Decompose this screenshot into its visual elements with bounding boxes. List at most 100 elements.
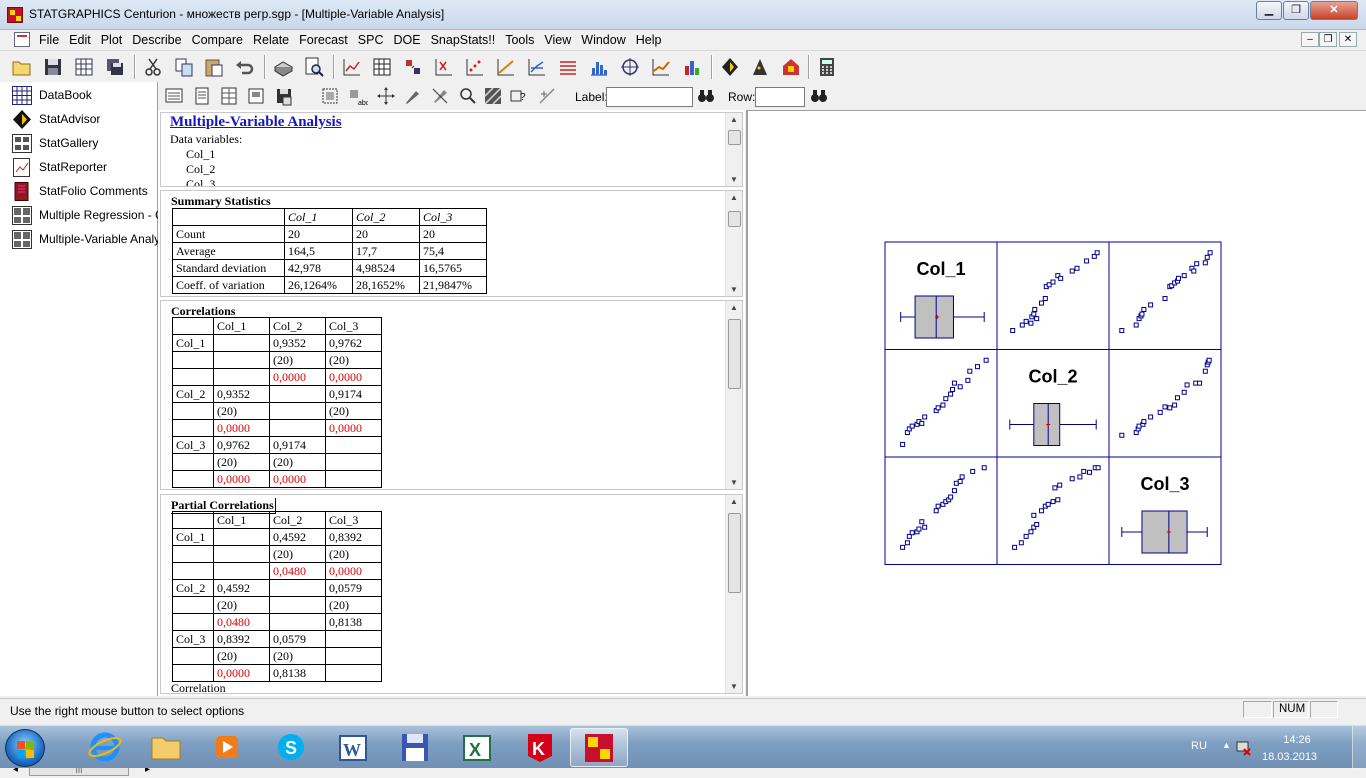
menu-view[interactable]: View [541, 33, 578, 47]
media-player-taskbar-button[interactable] [198, 728, 256, 767]
menu-edit[interactable]: Edit [66, 33, 98, 47]
language-indicator[interactable]: RU [1191, 740, 1207, 752]
menu-spc[interactable]: SPC [355, 33, 391, 47]
network-icon[interactable] [1236, 740, 1252, 756]
analysis-options-icon[interactable] [164, 86, 185, 107]
tables-graphs-icon[interactable] [192, 86, 213, 107]
calculator-icon[interactable] [815, 55, 839, 79]
menu-relate[interactable]: Relate [250, 33, 296, 47]
nav-item-databook[interactable]: DataBook [12, 85, 92, 105]
menu-forecast[interactable]: Forecast [296, 33, 355, 47]
scroll-up-arrow-icon[interactable]: ▲ [730, 303, 738, 312]
identify-icon[interactable]: ? [509, 86, 530, 107]
nav-item-statadvisor[interactable]: StatAdvisor [12, 109, 100, 129]
save-results-icon[interactable] [246, 86, 267, 107]
partial-correlations-pane[interactable]: Partial Correlations Col_1 Col_2 Col_3 Col_… [160, 494, 743, 694]
x-plot-icon[interactable] [432, 55, 456, 79]
menu-describe[interactable]: Describe [129, 33, 188, 47]
vertical-scrollbar[interactable]: ▲ ▼ [725, 301, 742, 489]
excel-taskbar-button[interactable]: X [448, 728, 506, 767]
matrix-grid-icon[interactable] [370, 55, 394, 79]
scatter-plot-icon[interactable] [463, 55, 487, 79]
minimize-button[interactable]: ▁ [1256, 1, 1282, 20]
clock-date[interactable]: 18.03.2013 [1262, 751, 1317, 763]
save-app-taskbar-button[interactable] [386, 728, 444, 767]
pane-options-icon[interactable] [219, 86, 240, 107]
scroll-up-arrow-icon[interactable]: ▲ [730, 115, 738, 124]
wizard-hat-icon[interactable] [748, 55, 772, 79]
menu-doe[interactable]: DOE [390, 33, 427, 47]
undo-icon[interactable] [233, 55, 257, 79]
graphics-pane[interactable]: Col_1 Col_2 Col_3 [746, 110, 1366, 696]
row-input[interactable] [755, 87, 805, 107]
scroll-down-arrow-icon[interactable]: ▼ [730, 175, 738, 184]
move-icon[interactable] [376, 86, 397, 107]
multiple-plot-icon[interactable] [525, 55, 549, 79]
snapstats-icon[interactable] [779, 55, 803, 79]
exclude-points-icon[interactable] [430, 86, 451, 107]
windows-start-button[interactable] [5, 729, 45, 767]
mdi-restore-button[interactable]: ❐ [1319, 32, 1337, 47]
mdi-close-button[interactable]: ✕ [1339, 32, 1357, 47]
statgraphics-taskbar-button[interactable] [570, 728, 628, 767]
save-disk-icon[interactable] [274, 86, 295, 107]
vertical-scrollbar[interactable]: ▲ ▼ [725, 495, 742, 693]
lines-icon[interactable] [556, 55, 580, 79]
scroll-down-arrow-icon[interactable]: ▼ [730, 285, 738, 294]
vertical-scrollbar[interactable]: ▲ ▼ [725, 191, 742, 296]
save-icon[interactable] [41, 55, 65, 79]
binoculars-icon[interactable] [696, 86, 717, 107]
internet-explorer-taskbar-button[interactable] [76, 728, 134, 767]
tray-expand-icon[interactable]: ▲ [1222, 740, 1231, 750]
statadvisor-tool-icon[interactable] [718, 55, 742, 79]
close-button[interactable]: ✕ [1310, 1, 1358, 20]
histogram-icon[interactable] [587, 55, 611, 79]
print-preview-icon[interactable] [302, 55, 326, 79]
scroll-thumb[interactable] [728, 319, 741, 389]
menu-file[interactable]: File [36, 33, 66, 47]
menu-snapstats[interactable]: SnapStats!! [428, 33, 503, 47]
menu-window[interactable]: Window [578, 33, 632, 47]
explorer-taskbar-button[interactable] [137, 728, 195, 767]
trend-icon[interactable] [649, 55, 673, 79]
nav-item-statreporter[interactable]: StatReporter [12, 157, 107, 177]
restore-button[interactable]: ❐ [1283, 1, 1309, 20]
vertical-scrollbar[interactable]: ▲ ▼ [725, 113, 742, 186]
scroll-up-arrow-icon[interactable]: ▲ [730, 193, 738, 202]
copy-icon[interactable] [172, 55, 196, 79]
print-icon[interactable] [271, 55, 295, 79]
document-icon[interactable] [14, 32, 30, 47]
cut-icon[interactable] [141, 55, 165, 79]
pattern-icon[interactable] [483, 86, 504, 107]
scroll-down-arrow-icon[interactable]: ▼ [730, 478, 738, 487]
bar-chart-icon[interactable] [680, 55, 704, 79]
nav-item-statgallery[interactable]: StatGallery [12, 133, 98, 153]
nav-item-multiple-variable-analysis[interactable]: Multiple-Variable Analysis [12, 229, 175, 249]
analysis-summary-pane[interactable]: Multiple-Variable Analysis Data variable… [160, 112, 743, 187]
plot-wizard-icon[interactable] [340, 55, 364, 79]
nav-item-statfolio-comments[interactable]: StatFolio Comments [12, 181, 148, 201]
scroll-down-arrow-icon[interactable]: ▼ [730, 682, 738, 691]
menu-plot[interactable]: Plot [98, 33, 130, 47]
target-icon[interactable] [618, 55, 642, 79]
word-taskbar-button[interactable]: W [324, 728, 382, 767]
scroll-thumb[interactable] [728, 513, 741, 593]
correlations-pane[interactable]: Correlations Col_1 Col_2 Col_3 Col_1 0,9352 0… [160, 300, 743, 490]
transform-icon[interactable] [401, 55, 425, 79]
scroll-thumb[interactable] [728, 130, 741, 145]
label-points-icon[interactable]: abc [348, 86, 370, 107]
mdi-minimize-button[interactable]: – [1301, 32, 1319, 47]
menu-help[interactable]: Help [633, 33, 669, 47]
summary-statistics-pane[interactable]: Summary Statistics Col_1 Col_2 Col_3 Cou… [160, 190, 743, 297]
open-folder-icon[interactable] [10, 55, 34, 79]
show-desktop-button[interactable] [1352, 726, 1366, 769]
paste-icon[interactable] [202, 55, 226, 79]
scroll-thumb[interactable] [728, 211, 741, 227]
regression-icon[interactable] [494, 55, 518, 79]
zoom-icon[interactable] [458, 86, 479, 107]
scatterplot-matrix-chart[interactable]: Col_1 Col_2 Col_3 [748, 111, 1366, 695]
binoculars-icon[interactable] [809, 86, 830, 107]
menu-tools[interactable]: Tools [502, 33, 541, 47]
select-region-icon[interactable] [320, 86, 341, 107]
locate-icon[interactable] [537, 86, 558, 107]
